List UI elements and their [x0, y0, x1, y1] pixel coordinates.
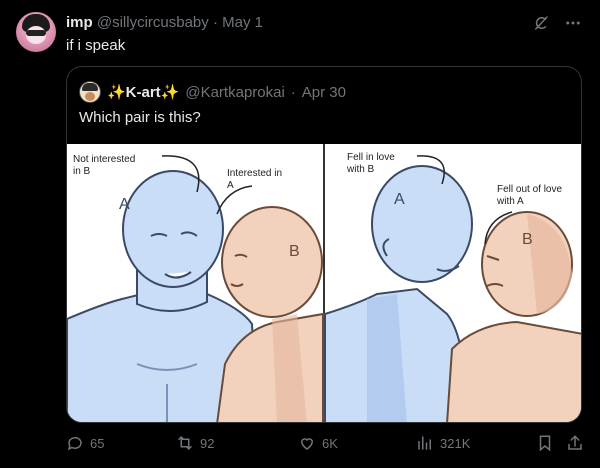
artwork-illustration: Not interestedin B Interested inA A B: [67, 144, 581, 422]
post-text: if i speak: [66, 37, 126, 54]
left-label-a: Not interested in B: [73, 154, 135, 177]
left-figure-b-head: [221, 206, 323, 318]
bookmark-button[interactable]: [536, 434, 554, 452]
views-count: 321K: [440, 435, 471, 451]
action-bar: 65 92 6K 321K: [66, 434, 588, 454]
quoted-post[interactable]: ✨K-art✨ @Kartkaprokai · Apr 30 Which pai…: [66, 66, 582, 423]
more-icon[interactable]: [564, 14, 582, 37]
quote-artwork[interactable]: Not interestedin B Interested inA A B: [67, 144, 581, 422]
reply-button[interactable]: 65: [66, 434, 104, 452]
right-label-a: Fell in love with B: [346, 152, 395, 175]
quote-avatar[interactable]: [79, 81, 101, 103]
left-label-b: Interested in A: [227, 168, 282, 191]
repost-button[interactable]: 92: [176, 434, 214, 452]
post-handle[interactable]: @sillycircusbaby: [97, 14, 209, 31]
post-separator: ·: [212, 14, 218, 31]
repost-count: 92: [200, 435, 215, 451]
right-letter-a: A: [394, 191, 405, 208]
right-letter-b: B: [522, 231, 533, 248]
right-figure-b-body: [446, 320, 581, 422]
right-panel: Fell in love with B Fell out of love with …: [324, 152, 581, 422]
quote-header: ✨K-art✨ @Kartkaprokai · Apr 30: [79, 81, 346, 103]
left-arrow-b: [216, 185, 253, 215]
post-header: imp @sillycircusbaby · May 1: [66, 14, 263, 32]
like-button[interactable]: 6K: [298, 434, 338, 452]
bookmark-icon: [536, 434, 554, 452]
reply-count: 65: [90, 435, 105, 451]
like-icon: [298, 434, 316, 452]
left-letter-a: A: [119, 196, 130, 213]
left-figure-a-head: [122, 170, 224, 288]
left-panel: Not interested in B Interested in A A B: [67, 154, 324, 422]
repost-icon: [176, 434, 194, 452]
quote-display-name[interactable]: ✨K-art✨: [107, 83, 179, 101]
views-icon: [416, 434, 434, 452]
post-display-name[interactable]: imp: [66, 14, 93, 31]
right-figure-a-head: [371, 165, 473, 283]
reply-icon: [66, 434, 84, 452]
quote-handle[interactable]: @Kartkaprokai: [185, 84, 284, 101]
right-label-b: Fell out of love with A: [496, 184, 562, 207]
post-top-icons: [532, 14, 582, 37]
like-count: 6K: [322, 435, 338, 451]
share-icon: [566, 434, 584, 452]
share-button[interactable]: [566, 434, 584, 452]
quote-text: Which pair is this?: [79, 109, 201, 126]
grok-icon[interactable]: [532, 14, 550, 37]
views-button[interactable]: 321K: [416, 434, 470, 452]
avatar-glasses: [26, 30, 46, 36]
post-avatar[interactable]: [16, 12, 56, 52]
left-letter-b: B: [289, 243, 300, 260]
post-date[interactable]: May 1: [222, 14, 263, 31]
quote-separator: ·: [290, 83, 296, 101]
quote-date[interactable]: Apr 30: [302, 84, 346, 101]
